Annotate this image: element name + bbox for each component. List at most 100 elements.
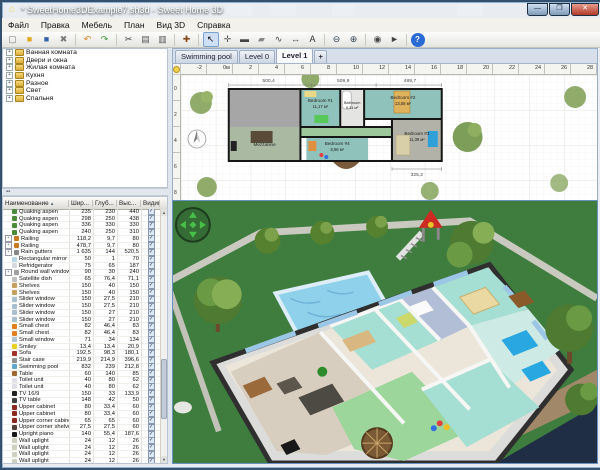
expand-icon[interactable]: + — [6, 87, 13, 94]
menu-Мебель[interactable]: Мебель — [76, 19, 118, 32]
menu-Файл[interactable]: Файл — [2, 19, 35, 32]
redo-button[interactable]: ↷ — [97, 32, 113, 47]
title-bar[interactable]: ⌂ * SweetHome3DExample7.sh3d - Sweet Hom… — [2, 2, 600, 18]
paste-button[interactable]: ▥ — [155, 32, 171, 47]
compass-corner-icon — [173, 66, 180, 73]
column-header[interactable]: Выс... — [117, 200, 141, 207]
expand-icon[interactable]: + — [6, 49, 13, 56]
column-header[interactable]: Глуб... — [93, 200, 117, 207]
create-walls-button[interactable]: ▬ — [237, 32, 253, 47]
furniture-name: Upper corner cabinet — [19, 418, 69, 424]
menu-План[interactable]: План — [118, 19, 151, 32]
furniture-name: Round wall window — [21, 269, 69, 275]
expand-icon[interactable]: + — [6, 72, 13, 79]
tab-swimming-pool[interactable]: Swimming pool — [175, 50, 238, 63]
svg-text:8,96 м²: 8,96 м² — [330, 147, 344, 152]
menu-bar: ФайлПравкаМебельПланВид 3DСправка — [2, 18, 600, 33]
dimension-value: 75 — [69, 263, 93, 269]
expand-icon[interactable]: + — [6, 64, 13, 71]
help-button[interactable]: ? — [411, 33, 425, 47]
undo-button[interactable]: ↶ — [80, 32, 96, 47]
row-expand-icon[interactable]: + — [5, 269, 12, 276]
minimize-button[interactable]: — — [527, 3, 548, 16]
catalog-category[interactable]: +Спальня — [3, 95, 167, 103]
cut-button[interactable]: ✂ — [121, 32, 137, 47]
menu-Вид 3D[interactable]: Вид 3D — [151, 19, 192, 32]
chest-icon — [12, 331, 17, 336]
dimension-value: 150 — [117, 290, 141, 296]
dimension-value: 150 — [69, 310, 93, 316]
preferences-button[interactable]: ✖ — [56, 32, 72, 47]
scroll-thumb[interactable] — [161, 359, 167, 419]
save-button[interactable]: ■ — [39, 32, 55, 47]
photo-button[interactable]: ◉ — [370, 32, 386, 47]
menu-Справка[interactable]: Справка — [191, 19, 236, 32]
visible-checkbox[interactable]: ✓ — [148, 458, 155, 463]
create-dimensions-button[interactable]: ↔ — [288, 32, 304, 47]
tab-level-0[interactable]: Level 0 — [239, 50, 275, 63]
view-3d-pane[interactable] — [172, 200, 598, 464]
close-button[interactable]: ✕ — [571, 3, 599, 16]
furniture-name: Slider window — [19, 317, 55, 323]
dimension-value: 60 — [69, 371, 93, 377]
create-polylines-button[interactable]: ∿ — [271, 32, 287, 47]
create-rooms-button[interactable]: ▰ — [254, 32, 270, 47]
catalog-category[interactable]: + Жилая комната — [3, 64, 167, 72]
dimension-value: 12 — [93, 451, 117, 457]
dimension-value: 60 — [117, 404, 141, 410]
category-label: Жилая комната — [26, 64, 75, 71]
open-button[interactable]: ■ — [22, 32, 38, 47]
furniture-name: Smiley — [19, 344, 36, 350]
catalog-category[interactable]: +Ванная комната — [3, 49, 167, 57]
cabinet-icon — [12, 405, 17, 410]
category-label: Разное — [26, 80, 48, 87]
ruler-label: 4 — [275, 65, 278, 71]
zoom-in-button[interactable]: ⊕ — [346, 32, 362, 47]
column-header[interactable]: Шир... — [69, 200, 93, 207]
svg-text:13,58 м²: 13,58 м² — [395, 101, 411, 106]
table-scrollbar[interactable]: ▲ ▼ — [160, 209, 167, 463]
video-button[interactable]: ► — [387, 32, 403, 47]
dimension-value: 210 — [117, 317, 141, 323]
3d-navigation-control[interactable] — [176, 208, 210, 242]
add-level-tab[interactable]: + — [314, 50, 326, 63]
dimension-value: 336 — [69, 222, 93, 228]
select-mode-button[interactable]: ↖ — [203, 32, 219, 47]
catalog-splitter[interactable]: ▪▪ — [2, 188, 168, 196]
copy-button[interactable]: ▤ — [138, 32, 154, 47]
catalog-category[interactable]: +Свет — [3, 87, 167, 95]
furniture-catalog-tree[interactable]: +Ванная комната+Двери и окна+Жилая комна… — [2, 48, 168, 188]
plan-canvas[interactable]: 500,4 509,9 489,7 325,2 Bedroom #1 11,17… — [181, 75, 597, 200]
ruler-label: 10 — [353, 65, 359, 71]
expand-icon[interactable]: + — [6, 57, 13, 64]
catalog-category[interactable]: +Двери и окна — [3, 57, 167, 65]
folder-icon — [15, 80, 24, 87]
add-furniture-button[interactable]: ✚ — [179, 32, 195, 47]
expand-icon[interactable]: + — [6, 80, 13, 87]
tab-level-1[interactable]: Level 1 — [276, 48, 313, 63]
column-header[interactable]: Наименование ▲ — [3, 200, 69, 207]
ruler-label: 28 — [587, 65, 593, 71]
zoom-out-button[interactable]: ⊖ — [329, 32, 345, 47]
toolbar-separator — [75, 34, 76, 46]
new-home-button[interactable]: ▢ — [5, 32, 21, 47]
scroll-down-icon[interactable]: ▼ — [161, 456, 167, 463]
catalog-category[interactable]: + Разное — [3, 79, 167, 87]
furniture-name: Small chest — [19, 330, 49, 336]
dimension-value: 118,2 — [69, 236, 93, 242]
column-header[interactable]: Видим... — [141, 200, 160, 207]
menu-Правка[interactable]: Правка — [35, 19, 76, 32]
row-expand-icon[interactable]: + — [5, 249, 12, 256]
table-row[interactable]: Wall uplight241226✓ — [3, 458, 160, 463]
dimension-value: 60 — [117, 411, 141, 417]
glass-decor — [227, 4, 253, 16]
svg-text:489,7: 489,7 — [404, 78, 417, 84]
catalog-category[interactable]: +Кухня — [3, 72, 167, 80]
pan-mode-button[interactable]: ✛ — [220, 32, 236, 47]
dimension-value: 140 — [93, 371, 117, 377]
maximize-button[interactable]: ❐ — [549, 3, 570, 16]
expand-icon[interactable]: + — [6, 95, 13, 102]
create-texts-button[interactable]: A — [305, 32, 321, 47]
furniture-name: Toilet unit — [19, 384, 44, 390]
scroll-up-icon[interactable]: ▲ — [161, 209, 167, 216]
